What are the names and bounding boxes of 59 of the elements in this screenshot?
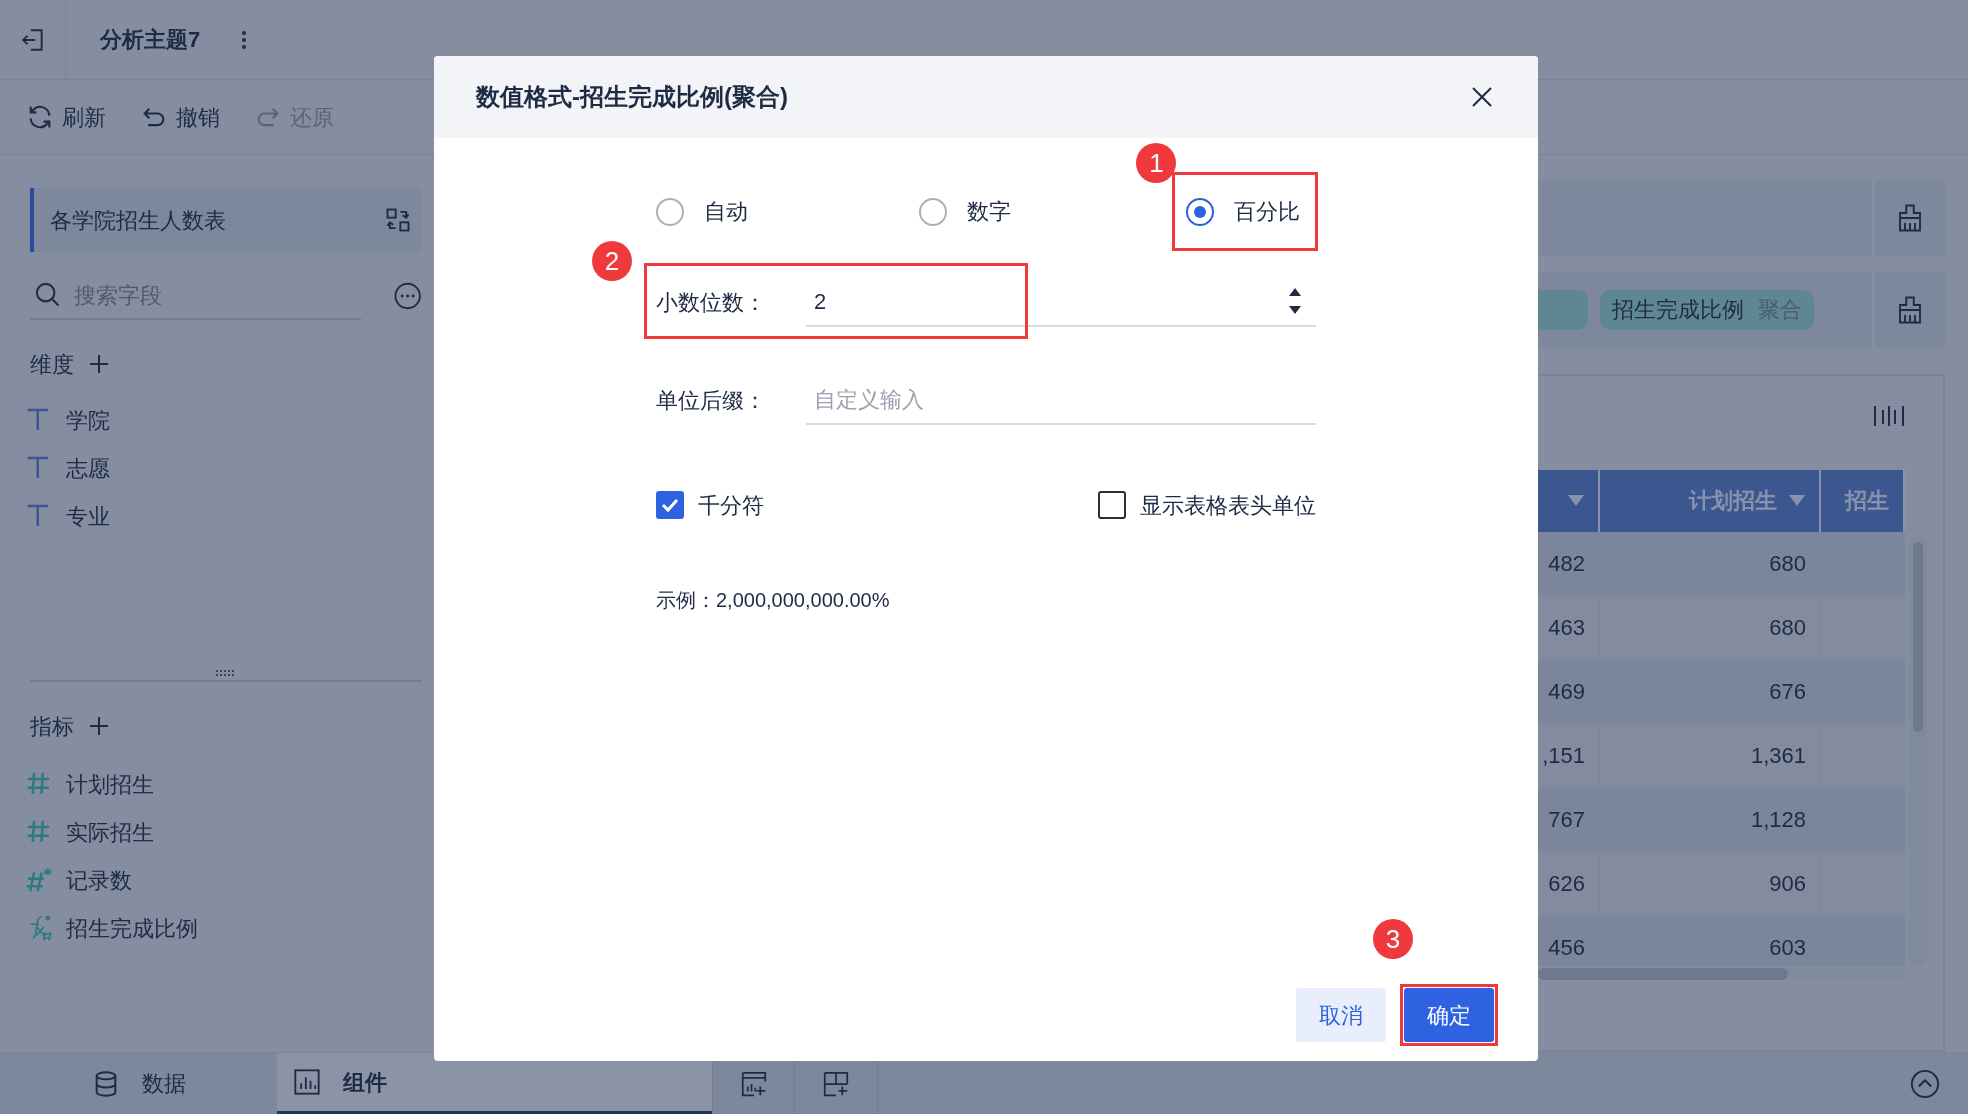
radio-button[interactable] (1186, 197, 1215, 226)
field-label: 小数位数： (656, 288, 767, 317)
bottom-tab[interactable]: 数据 (0, 1053, 277, 1114)
cancel-button[interactable]: 取消 (1296, 988, 1386, 1042)
section-title: 指标 (30, 712, 74, 741)
toolbar-button[interactable]: 撤销 (140, 100, 220, 134)
radio-button[interactable] (656, 197, 684, 226)
field-item[interactable]: 记录数 (24, 856, 422, 904)
field-chip[interactable] (1538, 289, 1588, 330)
exit-icon[interactable] (19, 26, 46, 53)
field-item[interactable]: 专业 (24, 492, 422, 540)
table-cell: 906 (1600, 851, 1821, 915)
table-cell: 680 (1600, 531, 1821, 595)
suffix-input[interactable]: 自定义输入 (814, 382, 1316, 416)
field-item[interactable]: 招生完成比例 (24, 904, 422, 952)
step-badge: 2 (592, 241, 632, 281)
table-cell: 1,361 (1600, 723, 1821, 787)
more-icon[interactable] (392, 281, 422, 311)
number-input[interactable]: 2 (814, 284, 1288, 318)
app-title: 分析主题7 (100, 26, 201, 54)
search-icon (34, 281, 62, 309)
bottom-tab[interactable]: 组件 (277, 1053, 712, 1114)
table-cell: 680 (1600, 595, 1821, 659)
scrollbar-thumb[interactable] (1538, 967, 1788, 980)
radio-button[interactable] (919, 197, 948, 226)
close-icon[interactable] (1470, 85, 1494, 109)
step-badge: 1 (1136, 143, 1177, 183)
checkbox[interactable] (1098, 491, 1126, 519)
radio-option[interactable]: 数字 (919, 195, 1012, 228)
collapse-icon[interactable] (1910, 1068, 1940, 1099)
column-chart-icon[interactable] (1873, 403, 1905, 428)
step-badge: 3 (1373, 919, 1413, 959)
add-icon[interactable] (88, 715, 110, 737)
field-item[interactable]: 计划招生 (24, 760, 422, 808)
chip-label: 招生完成比例 (1612, 296, 1744, 325)
radio-option[interactable]: 百分比 (1186, 195, 1301, 228)
table-selector[interactable]: 各学院招生人数表 (30, 188, 422, 252)
checkbox[interactable] (656, 491, 684, 519)
more-options-icon[interactable] (240, 28, 249, 51)
add-icon[interactable] (88, 353, 110, 375)
example-text: 示例：2,000,000,000.00% (656, 588, 891, 613)
checkbox-option[interactable]: 显示表格表头单位 (1098, 488, 1316, 522)
checkbox-option[interactable]: 千分符 (656, 488, 764, 522)
field-item[interactable]: 实际招生 (24, 808, 422, 856)
section-title: 维度 (30, 350, 74, 379)
dialog-title: 数值格式-招生完成比例(聚合) (476, 82, 788, 112)
switch-icon[interactable] (384, 206, 412, 234)
table-name: 各学院招生人数表 (50, 206, 226, 235)
field-label: 单位后缀： (656, 386, 767, 415)
bar-chart-icon (293, 1068, 321, 1096)
table-cell: 676 (1600, 659, 1821, 723)
field-item[interactable]: 志愿 (24, 444, 422, 492)
field-item[interactable]: 学院 (24, 396, 422, 444)
stepper-icon[interactable] (1288, 286, 1302, 316)
resize-handle-icon[interactable] (215, 670, 237, 676)
table-cell: 1,128 (1600, 787, 1821, 851)
radio-option[interactable]: 自动 (656, 195, 748, 228)
toolbar-button[interactable]: 刷新 (26, 100, 106, 134)
confirm-button[interactable]: 确定 (1404, 988, 1494, 1042)
